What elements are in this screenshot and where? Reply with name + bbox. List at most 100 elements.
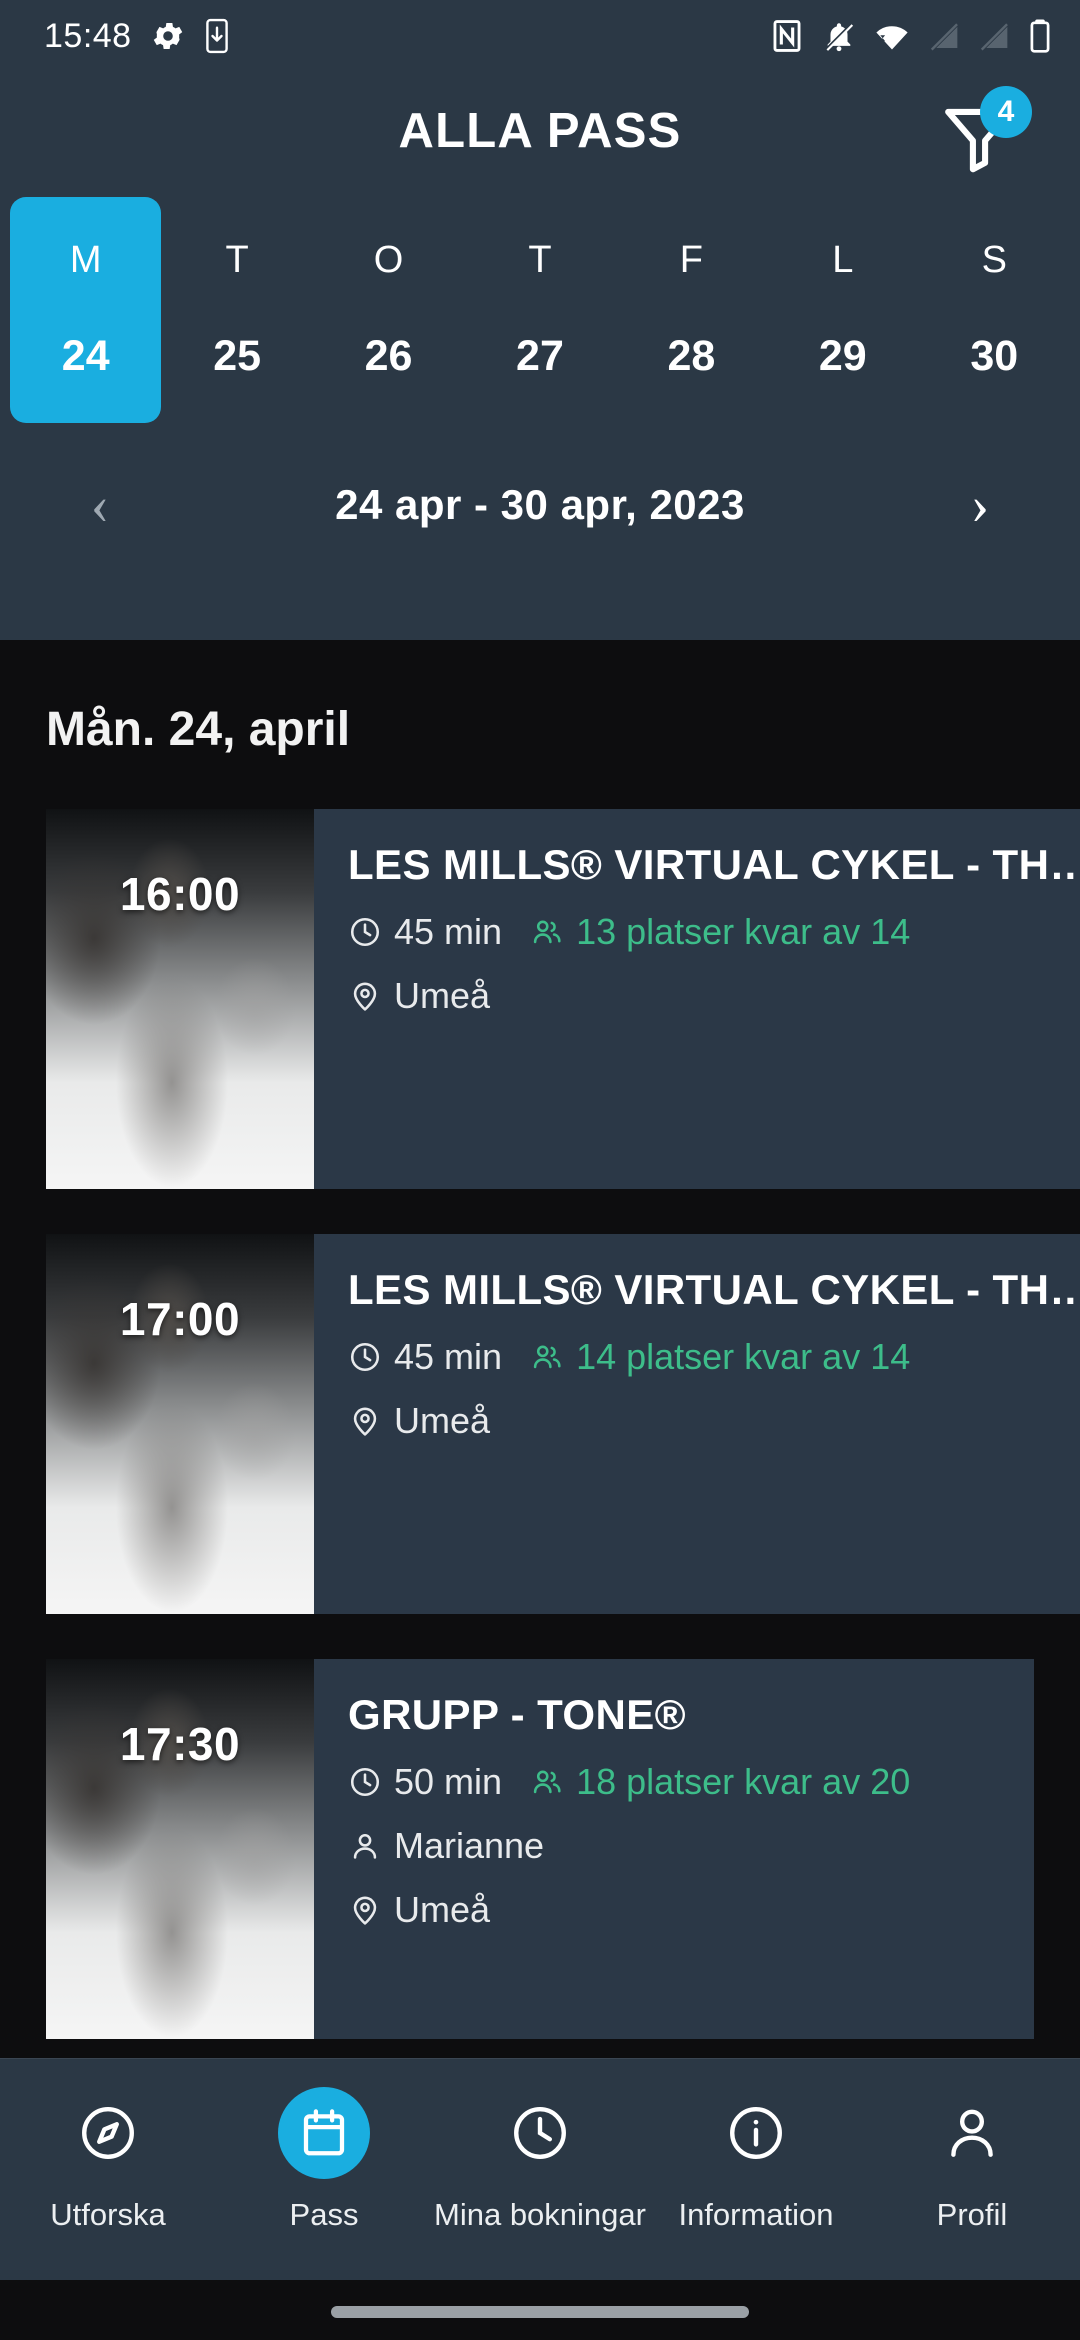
- nav-item-profil[interactable]: Profil: [864, 2087, 1080, 2233]
- class-card[interactable]: 16:00 LES MILLS® VIRTUAL CYKEL - TH… 45 …: [46, 809, 1080, 1189]
- day-number: 25: [213, 332, 262, 380]
- wifi-icon: [874, 18, 910, 54]
- class-time: 17:00: [119, 1293, 241, 1345]
- clock-icon: [350, 1767, 380, 1797]
- nav-label: Pass: [289, 2197, 359, 2232]
- location-pin-icon: [353, 1896, 377, 1925]
- duration-label: 45 min: [394, 1336, 503, 1377]
- day-item-sat[interactable]: L 29: [767, 197, 918, 423]
- signal-off-2-icon: [978, 18, 1010, 54]
- nav-label: Utforska: [50, 2197, 166, 2232]
- clock-icon: [350, 917, 380, 947]
- location-pin-icon: [353, 1407, 377, 1436]
- page-title: ALLA PASS: [398, 104, 682, 158]
- filter-button[interactable]: 4: [936, 86, 1032, 180]
- previous-week-button[interactable]: ‹: [60, 477, 140, 533]
- day-number: 29: [818, 332, 867, 380]
- phone-download-icon: [204, 18, 230, 54]
- nav-item-mina-bokningar[interactable]: Mina bokningar: [432, 2087, 648, 2233]
- status-bar-left: 15:48: [44, 17, 230, 56]
- class-duration: 50 min: [348, 1761, 502, 1803]
- next-week-button[interactable]: ›: [940, 477, 1020, 533]
- class-details: LES MILLS® VIRTUAL CYKEL - TH… 45 min: [314, 1234, 1080, 1614]
- nav-item-information[interactable]: Information: [648, 2087, 864, 2233]
- week-range-label: 24 apr - 30 apr, 2023: [335, 481, 745, 528]
- filter-badge: 4: [980, 86, 1032, 138]
- bottom-navigation: Utforska Pass Mina bokningar Information…: [0, 2058, 1080, 2280]
- class-instructor: Marianne: [348, 1825, 544, 1867]
- class-title: LES MILLS® VIRTUAL CYKEL - TH…: [348, 841, 1080, 888]
- class-title: GRUPP - TONE®: [348, 1691, 686, 1738]
- app-screen: 15:48 ALLA PASS 4 M 24 T 25 O 26 T 27 F …: [0, 0, 1080, 2340]
- day-number: 27: [516, 332, 564, 380]
- nfc-icon: [770, 18, 804, 54]
- day-item-fri[interactable]: F 28: [616, 197, 767, 423]
- class-location-row: Umeå: [348, 975, 1080, 1017]
- day-item-thu[interactable]: T 27: [464, 197, 615, 423]
- day-label: M: [69, 239, 102, 281]
- class-details: LES MILLS® VIRTUAL CYKEL - TH… 45 min: [314, 809, 1080, 1189]
- clock-icon: [494, 2087, 586, 2179]
- class-location: Umeå: [348, 1889, 490, 1931]
- thumbnail-photo: [46, 1234, 314, 1614]
- person-icon: [926, 2087, 1018, 2179]
- compass-icon: [62, 2087, 154, 2179]
- duration-label: 45 min: [394, 911, 503, 952]
- class-location-row: Umeå: [348, 1400, 1080, 1442]
- class-availability: 18 platser kvar av 20: [530, 1761, 910, 1803]
- date-heading: Mån. 24, april: [46, 703, 351, 756]
- day-item-wed[interactable]: O 26: [313, 197, 464, 423]
- location-label: Umeå: [394, 1889, 491, 1930]
- gear-icon: [150, 18, 186, 54]
- class-time: 17:30: [119, 1718, 241, 1770]
- day-number: 30: [970, 332, 1019, 380]
- class-duration: 45 min: [348, 1336, 502, 1378]
- class-meta-row: 50 min 18 platser kvar av 20: [348, 1761, 1004, 1803]
- clock-icon: [350, 1342, 380, 1372]
- day-label: F: [679, 239, 703, 281]
- nav-item-pass[interactable]: Pass: [216, 2087, 432, 2233]
- battery-icon: [1028, 18, 1052, 54]
- status-bar: 15:48: [0, 0, 1080, 72]
- class-instructor-row: Marianne: [348, 1825, 1004, 1867]
- person-icon: [353, 1833, 377, 1859]
- class-duration: 45 min: [348, 911, 502, 953]
- info-icon: [710, 2087, 802, 2179]
- class-meta-row: 45 min 14 platser kvar av 14: [348, 1336, 1080, 1378]
- day-label: O: [373, 239, 404, 281]
- week-navigation: ‹ 24 apr - 30 apr, 2023 ›: [0, 430, 1080, 580]
- class-thumbnail: 17:00: [46, 1234, 314, 1614]
- day-selector[interactable]: M 24 T 25 O 26 T 27 F 28 L 29 S 30: [0, 190, 1080, 430]
- class-card[interactable]: 17:00 LES MILLS® VIRTUAL CYKEL - TH… 45 …: [46, 1234, 1080, 1614]
- day-item-tue[interactable]: T 25: [161, 197, 312, 423]
- class-location: Umeå: [348, 1400, 490, 1442]
- nav-item-utforska[interactable]: Utforska: [0, 2087, 216, 2233]
- class-card[interactable]: 17:30 GRUPP - TONE® 50 min 18 platser kv…: [46, 1659, 1034, 2039]
- day-number: 26: [364, 332, 413, 380]
- status-bar-right: [770, 18, 1052, 54]
- class-location: Umeå: [348, 975, 490, 1017]
- availability-label: 18 platser kvar av 20: [576, 1761, 911, 1802]
- day-label: T: [225, 239, 249, 281]
- day-label: S: [981, 239, 1007, 281]
- gesture-bar[interactable]: [331, 2306, 749, 2318]
- status-bar-clock: 15:48: [44, 16, 132, 55]
- people-icon: [533, 1770, 561, 1794]
- signal-off-1-icon: [928, 18, 960, 54]
- day-label: L: [832, 239, 854, 281]
- class-availability: 13 platser kvar av 14: [530, 911, 910, 953]
- class-location-row: Umeå: [348, 1889, 1004, 1931]
- thumbnail-photo: [46, 1659, 314, 2039]
- location-label: Umeå: [394, 975, 491, 1016]
- day-item-sun[interactable]: S 30: [919, 197, 1070, 423]
- nav-label: Information: [678, 2197, 834, 2232]
- calendar-icon: [278, 2087, 370, 2179]
- title-row: ALLA PASS 4: [0, 72, 1080, 190]
- class-details: GRUPP - TONE® 50 min 18 platser kvar av …: [314, 1659, 1034, 2039]
- notifications-off-icon: [822, 18, 856, 54]
- day-number: 24: [61, 332, 110, 380]
- day-label: T: [528, 239, 552, 281]
- day-item-mon[interactable]: M 24: [10, 197, 162, 423]
- class-meta-row: 45 min 13 platser kvar av 14: [348, 911, 1080, 953]
- class-list-area[interactable]: Mån. 24, april 16:00 LES MILLS® VIRTUAL …: [0, 640, 1080, 2058]
